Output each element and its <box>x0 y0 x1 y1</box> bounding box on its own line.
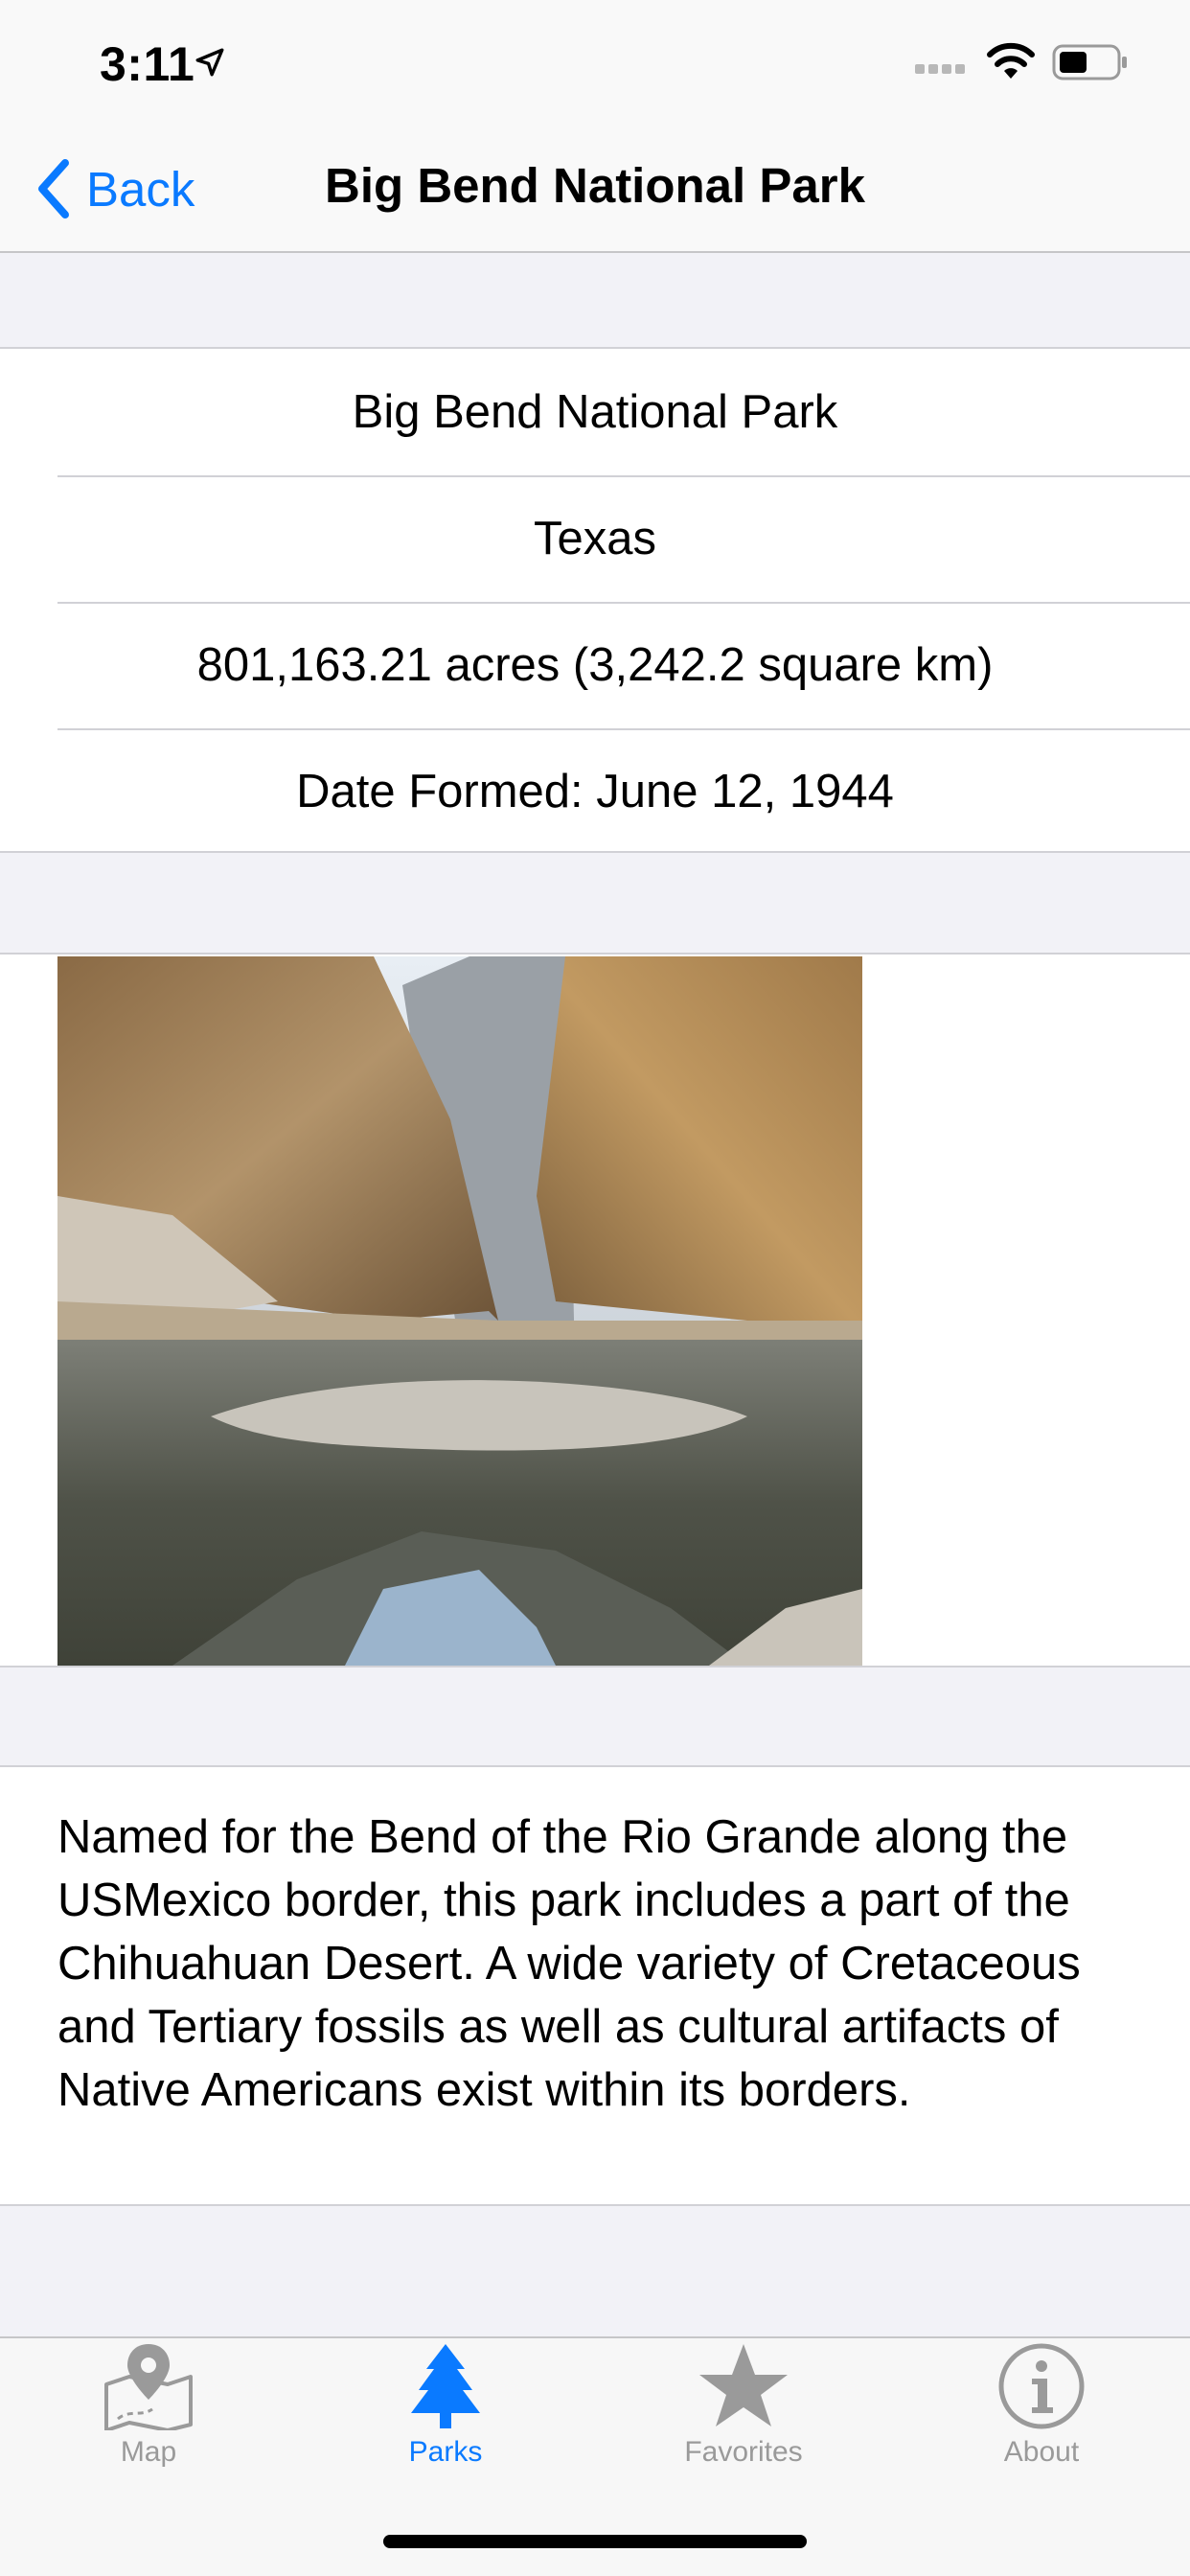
park-area-row: 801,163.21 acres (3,242.2 square km) <box>0 602 1190 728</box>
location-arrow-icon <box>195 48 224 77</box>
tab-favorites[interactable]: Favorites <box>595 2342 892 2496</box>
park-info-section: Big Bend National Park Texas 801,163.21 … <box>0 347 1190 853</box>
home-indicator <box>383 2535 807 2548</box>
park-state-row: Texas <box>0 475 1190 602</box>
park-area: 801,163.21 acres (3,242.2 square km) <box>196 639 994 691</box>
tab-about[interactable]: About <box>893 2342 1190 2496</box>
tab-favorites-label: Favorites <box>684 2436 803 2468</box>
park-image-section <box>0 953 1190 1668</box>
park-photo <box>57 956 862 1666</box>
star-icon <box>699 2344 788 2426</box>
status-bar: 3:11 <box>0 0 1190 126</box>
battery-icon <box>1052 44 1127 80</box>
park-description-section: Named for the Bend of the Rio Grande alo… <box>0 1765 1190 2206</box>
tab-parks-label: Parks <box>408 2436 483 2468</box>
cellular-signal-icon <box>915 61 973 77</box>
wifi-icon <box>987 42 1035 79</box>
tab-map[interactable]: Map <box>0 2342 297 2496</box>
tab-map-label: Map <box>120 2436 177 2468</box>
park-date-formed: Date Formed: June 12, 1944 <box>296 766 894 817</box>
park-detail-screen: 3:11 Back Big Bend National Park Big Ben… <box>0 0 1190 2576</box>
park-name-row: Big Bend National Park <box>0 349 1190 475</box>
park-state: Texas <box>533 513 656 564</box>
park-name: Big Bend National Park <box>352 386 838 438</box>
tab-parks[interactable]: Parks <box>297 2342 594 2496</box>
tree-icon <box>411 2344 480 2428</box>
map-icon <box>104 2344 193 2430</box>
park-description: Named for the Bend of the Rio Grande alo… <box>57 1811 1081 2116</box>
navigation-bar: Back Big Bend National Park <box>0 126 1190 253</box>
info-icon <box>998 2343 1085 2429</box>
park-date-formed-row: Date Formed: June 12, 1944 <box>0 728 1190 855</box>
page-title: Big Bend National Park <box>325 158 865 213</box>
tab-about-label: About <box>1003 2436 1080 2468</box>
status-time: 3:11 <box>100 37 195 91</box>
